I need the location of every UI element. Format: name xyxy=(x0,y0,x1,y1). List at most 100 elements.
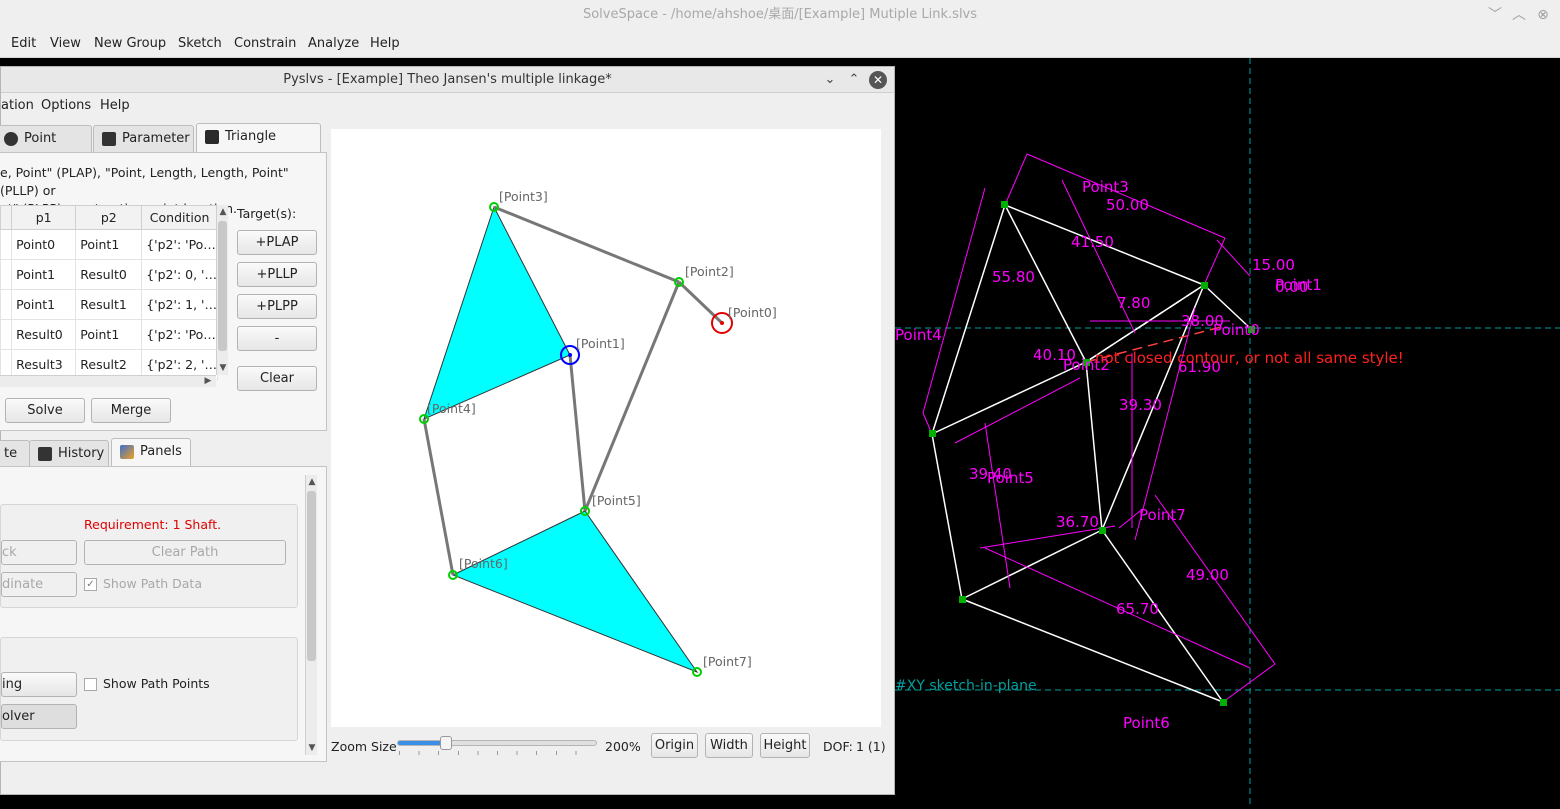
canvas-label-point2: [Point2] xyxy=(685,264,734,279)
canvas-label-point1: [Point1] xyxy=(576,336,625,351)
tab-te[interactable]: te xyxy=(0,440,30,467)
menu-help[interactable]: Help xyxy=(100,98,130,113)
table-row[interactable]: Point0 Point1 {'p2': 'Po… xyxy=(0,229,218,260)
tab-point-style[interactable]: Point Style xyxy=(0,125,92,172)
table-row[interactable]: Point1 Result1 {'p2': 1, '… xyxy=(0,289,218,320)
table-cell[interactable]: {'p2': 'Po… xyxy=(141,229,218,260)
dim-label: 65.70 xyxy=(1116,600,1159,618)
tab-label: Parameter xyxy=(122,131,190,146)
table-cell[interactable]: Result0 xyxy=(11,319,77,350)
canvas-label-point0: [Point0] xyxy=(728,305,777,320)
scroll-thumb[interactable] xyxy=(218,221,227,351)
solve-button[interactable]: Solve xyxy=(5,398,85,423)
col-header[interactable]: p2 xyxy=(75,205,143,230)
table-cell[interactable]: {'p2': 0, '… xyxy=(141,259,218,290)
close-icon[interactable]: ✕ xyxy=(869,71,887,89)
clear-button[interactable]: Clear xyxy=(237,366,317,391)
panels-panel: Requirement: 1 Shaft. ck Clear Path dina… xyxy=(0,466,327,762)
triangle-link-lower xyxy=(451,510,699,674)
table-row[interactable]: Point1 Result0 {'p2': 0, '… xyxy=(0,259,218,290)
table-cell[interactable]: Point1 xyxy=(75,319,143,350)
zoom-slider-handle[interactable] xyxy=(439,736,452,750)
close-icon[interactable]: ⊗ xyxy=(1534,6,1552,24)
solvespace-bottom-strip xyxy=(0,795,895,805)
track-button[interactable]: ck xyxy=(1,540,77,565)
origin-button[interactable]: Origin xyxy=(651,733,698,758)
dim-label: 39.30 xyxy=(1119,396,1162,414)
error-message: not closed contour, or not all same styl… xyxy=(1095,349,1404,367)
table-cell[interactable]: Point1 xyxy=(11,289,77,320)
targets-label: Target(s): xyxy=(237,206,297,221)
zoom-label: Zoom Size xyxy=(331,739,397,754)
scroll-right-icon[interactable]: ▶ xyxy=(202,376,214,386)
menu-operation[interactable]: ation xyxy=(1,98,34,113)
scroll-up-icon[interactable]: ▲ xyxy=(217,207,229,217)
width-button[interactable]: Width xyxy=(705,733,753,758)
add-plpp-button[interactable]: +PLPP xyxy=(237,294,317,319)
clear-path-button[interactable]: Clear Path xyxy=(84,540,286,565)
show-path-points-checkbox[interactable]: Show Path Points xyxy=(84,676,210,691)
requirement-text: Requirement: 1 Shaft. xyxy=(84,517,222,532)
tab-label: te xyxy=(4,446,18,461)
canvas-label-point5: [Point5] xyxy=(592,493,641,508)
tab-history[interactable]: History xyxy=(29,440,109,467)
table-cell[interactable]: Point0 xyxy=(11,229,77,260)
table-cell[interactable]: {'p2': 'Po… xyxy=(141,319,218,350)
maximize-icon[interactable]: ︿ xyxy=(1510,6,1528,24)
panels-scrollbar[interactable]: ▲ ▼ xyxy=(305,475,317,755)
height-button[interactable]: Height xyxy=(760,733,810,758)
solver-button[interactable]: olver xyxy=(1,704,77,729)
menu-new-group[interactable]: New Group xyxy=(94,36,166,51)
menu-edit[interactable]: Edit xyxy=(11,36,36,51)
table-cell[interactable]: Point1 xyxy=(75,229,143,260)
dim-label: 15.00 xyxy=(1252,256,1295,274)
table-scrollbar-horizontal[interactable]: ▶ xyxy=(0,375,216,387)
menu-analyze[interactable]: Analyze xyxy=(308,36,359,51)
tab-triangle-solver[interactable]: Triangle Solver xyxy=(196,123,321,170)
menu-view[interactable]: View xyxy=(50,36,81,51)
coordinate-button[interactable]: dinate xyxy=(1,572,77,597)
remove-target-button[interactable]: - xyxy=(237,326,317,351)
tab-label: Panels xyxy=(140,444,182,459)
mechanism-canvas[interactable]: [Point3] [Point2] [Point0] [Point1] [Poi… xyxy=(331,129,881,727)
scroll-down-icon[interactable]: ▼ xyxy=(306,743,318,753)
tab-parameter[interactable]: Parameter xyxy=(93,125,194,152)
checkbox-icon[interactable]: ✓ xyxy=(84,578,97,591)
minimize-icon[interactable]: ⌄ xyxy=(821,71,839,89)
show-path-data-checkbox[interactable]: ✓ Show Path Data xyxy=(84,576,202,591)
solvespace-sketch-canvas[interactable]: #XY sketch-in-plane Point3 Point4 Point2… xyxy=(895,58,1560,805)
pyslvs-title: Pyslvs - [Example] Theo Jansen's multipl… xyxy=(283,72,612,87)
col-header[interactable]: Condition xyxy=(141,205,218,230)
solver-table[interactable]: p1 p2 Condition Point0 Point1 {'p2': 'Po… … xyxy=(0,205,218,380)
menu-sketch[interactable]: Sketch xyxy=(178,36,222,51)
table-cell[interactable]: Result1 xyxy=(75,289,143,320)
add-pllp-button[interactable]: +PLLP xyxy=(237,262,317,287)
merge-button[interactable]: Merge xyxy=(91,398,171,423)
panels-icon xyxy=(120,444,134,459)
col-header[interactable]: p1 xyxy=(11,205,77,230)
table-cell[interactable]: {'p2': 1, '… xyxy=(141,289,218,320)
maximize-icon[interactable]: ⌃ xyxy=(845,71,863,89)
menu-constrain[interactable]: Constrain xyxy=(234,36,296,51)
add-plap-button[interactable]: +PLAP xyxy=(237,230,317,255)
solvespace-menubar: Edit View New Group Sketch Constrain Ana… xyxy=(0,30,1560,58)
checkbox-icon[interactable] xyxy=(84,678,97,691)
canvas-label-point3: [Point3] xyxy=(499,189,548,204)
tab-label: History xyxy=(58,446,105,461)
scroll-up-icon[interactable]: ▲ xyxy=(306,477,318,487)
table-scrollbar-vertical[interactable]: ▲ ▼ xyxy=(216,205,228,375)
ing-button[interactable]: ing xyxy=(1,672,77,697)
table-cell[interactable]: Point1 xyxy=(11,259,77,290)
scroll-thumb[interactable] xyxy=(307,491,316,661)
ss-label-point7: Point7 xyxy=(1139,506,1186,524)
driver-point-center xyxy=(568,353,572,357)
menu-options[interactable]: Options xyxy=(41,98,91,113)
table-row[interactable]: Result0 Point1 {'p2': 'Po… xyxy=(0,319,218,350)
tab-panels[interactable]: Panels xyxy=(111,438,191,467)
path-groupbox: Requirement: 1 Shaft. ck Clear Path dina… xyxy=(0,504,298,608)
menu-help[interactable]: Help xyxy=(370,36,400,51)
scroll-down-icon[interactable]: ▼ xyxy=(217,363,229,373)
table-cell[interactable]: Result0 xyxy=(75,259,143,290)
zoom-slider[interactable] xyxy=(397,736,597,750)
minimize-icon[interactable]: ﹀ xyxy=(1486,6,1504,24)
